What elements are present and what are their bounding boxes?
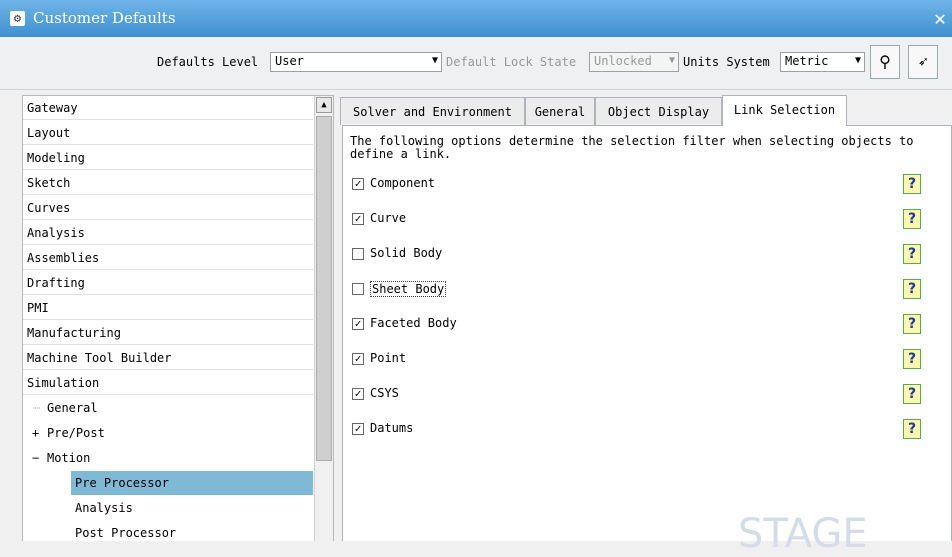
solid-body-label[interactable]: Solid Body — [370, 246, 442, 260]
tab-object-display[interactable]: Object Display — [595, 97, 722, 125]
tree-item-pre-processor[interactable]: Pre Processor — [71, 471, 313, 495]
option-csys: ✓ CSYS — [352, 386, 892, 406]
tab-general[interactable]: General — [525, 97, 595, 125]
window-title: Customer Defaults — [33, 9, 176, 27]
sheet-body-label[interactable]: Sheet Body — [370, 281, 447, 297]
option-component: ✓ Component — [352, 176, 892, 196]
faceted-body-checkbox[interactable]: ✓ — [352, 318, 364, 330]
lock-state-value: Unlocked — [594, 54, 652, 68]
tree-row: Post Processor — [23, 521, 313, 545]
tree-row: Analysis — [23, 496, 313, 520]
tree-item-post-processor[interactable]: Post Processor — [75, 521, 176, 545]
tree-connector: ┈ — [33, 401, 41, 415]
option-datums: ✓ Datums — [352, 421, 892, 441]
help-icon[interactable]: ? — [903, 209, 921, 229]
chevron-down-icon: ▼ — [668, 55, 675, 66]
units-system-label: Units System — [683, 55, 770, 69]
csys-label[interactable]: CSYS — [370, 386, 399, 400]
settings-panel: Solver and Environment General Object Di… — [340, 95, 952, 557]
point-label[interactable]: Point — [370, 351, 406, 365]
faceted-body-label[interactable]: Faceted Body — [370, 316, 457, 330]
lock-state-label: Default Lock State — [446, 55, 577, 69]
chevron-down-icon: ▼ — [854, 55, 861, 66]
scroll-thumb[interactable] — [316, 116, 332, 461]
tree-item-motion[interactable]: Motion — [47, 446, 90, 470]
tree-item-analysis[interactable]: Analysis — [23, 221, 313, 245]
defaults-level-select[interactable]: User ▼ — [270, 52, 442, 72]
tree-item-motion-analysis[interactable]: Analysis — [75, 496, 133, 520]
tree-item-modeling[interactable]: Modeling — [23, 146, 313, 170]
tree-item-assemblies[interactable]: Assemblies — [23, 246, 313, 270]
option-point: ✓ Point — [352, 351, 892, 371]
tree-item-gateway[interactable]: Gateway — [23, 96, 313, 120]
key-pointer-icon: ➶ — [918, 52, 928, 71]
link-selection-content: The following options determine the sele… — [342, 125, 952, 557]
help-icon[interactable]: ? — [903, 174, 921, 194]
title-bar: ⚙ Customer Defaults ✕ — [0, 0, 952, 37]
defaults-level-value: User — [275, 54, 304, 68]
datums-checkbox[interactable]: ✓ — [352, 423, 364, 435]
option-curve: ✓ Curve — [352, 211, 892, 231]
tab-link-selection[interactable]: Link Selection — [722, 95, 847, 126]
option-faceted-body: ✓ Faceted Body — [352, 316, 892, 336]
tree-item-manufacturing[interactable]: Manufacturing — [23, 321, 313, 345]
tree-row: − Motion — [23, 446, 313, 470]
component-checkbox[interactable]: ✓ — [352, 178, 364, 190]
tree-item-general[interactable]: General — [47, 396, 98, 420]
tree-item-layout[interactable]: Layout — [23, 121, 313, 145]
tree-item-pmi[interactable]: PMI — [23, 296, 313, 320]
point-checkbox[interactable]: ✓ — [352, 353, 364, 365]
chevron-down-icon: ▼ — [431, 55, 438, 66]
tree-item-simulation[interactable]: Simulation — [23, 371, 313, 395]
tree-item-machine-tool-builder[interactable]: Machine Tool Builder — [23, 346, 313, 370]
help-icon[interactable]: ? — [903, 419, 921, 439]
units-system-value: Metric — [785, 54, 829, 68]
option-sheet-body: Sheet Body — [352, 281, 892, 301]
lock-state-select: Unlocked ▼ — [589, 52, 679, 72]
help-icon[interactable]: ? — [903, 244, 921, 264]
tree-item-sketch[interactable]: Sketch — [23, 171, 313, 195]
tab-solver-and-environment[interactable]: Solver and Environment — [340, 97, 525, 125]
sheet-body-checkbox[interactable] — [352, 283, 364, 295]
datums-label[interactable]: Datums — [370, 421, 413, 435]
help-icon[interactable]: ? — [903, 349, 921, 369]
watermark: STAGE — [738, 511, 868, 557]
tree-item-label: Pre Processor — [75, 476, 169, 490]
tree-row: ┈ General — [23, 396, 313, 420]
collapse-icon[interactable]: − — [32, 446, 39, 470]
tree-item-drafting[interactable]: Drafting — [23, 271, 313, 295]
find-button[interactable]: ⚲ — [870, 45, 900, 79]
help-icon[interactable]: ? — [903, 384, 921, 404]
units-system-select[interactable]: Metric ▼ — [780, 52, 865, 72]
toolbar: Defaults Level User ▼ Default Lock State… — [0, 37, 952, 90]
tree-item-curves[interactable]: Curves — [23, 196, 313, 220]
help-icon[interactable]: ? — [903, 314, 921, 334]
curve-checkbox[interactable]: ✓ — [352, 213, 364, 225]
curve-label[interactable]: Curve — [370, 211, 406, 225]
category-tree[interactable]: Gateway Layout Modeling Sketch Curves An… — [22, 95, 334, 541]
tree-row: + Pre/Post — [23, 421, 313, 445]
tree-scrollbar[interactable]: ▲ — [314, 96, 333, 541]
close-button[interactable]: ✕ — [934, 6, 946, 30]
description-text: The following options determine the sele… — [350, 134, 914, 161]
expand-icon[interactable]: + — [32, 421, 39, 445]
option-solid-body: Solid Body — [352, 246, 892, 266]
scroll-up-icon[interactable]: ▲ — [316, 97, 332, 113]
solid-body-checkbox[interactable] — [352, 248, 364, 260]
csys-checkbox[interactable]: ✓ — [352, 388, 364, 400]
key-pointer-button[interactable]: ➶ — [908, 45, 938, 79]
settings-icon: ⚙ — [10, 11, 25, 26]
defaults-level-label: Defaults Level — [157, 55, 259, 69]
help-icon[interactable]: ? — [903, 279, 921, 299]
component-label[interactable]: Component — [370, 176, 435, 190]
tree-item-pre-post[interactable]: Pre/Post — [47, 421, 105, 445]
binoculars-icon: ⚲ — [879, 52, 891, 71]
